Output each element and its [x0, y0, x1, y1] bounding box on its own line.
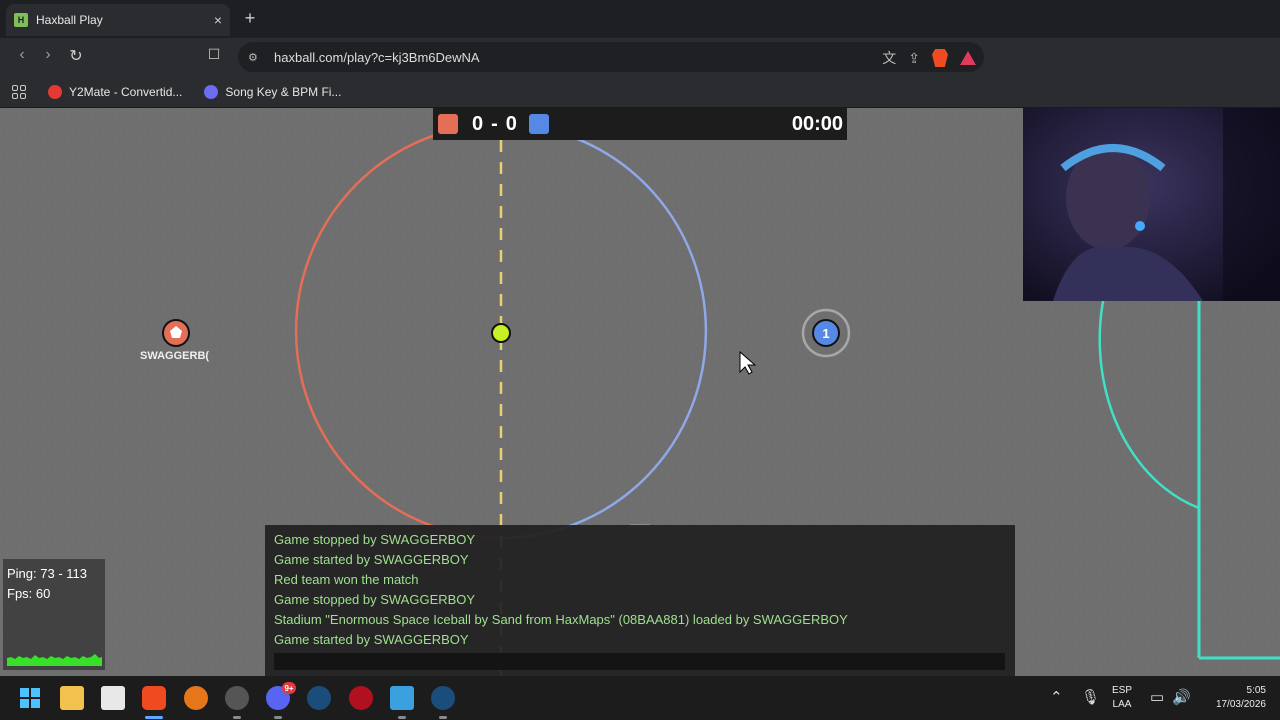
translate-icon[interactable]: 文 [882, 48, 896, 68]
share-icon[interactable]: ⇪ [908, 50, 920, 67]
forward-arrow-icon[interactable]: › [38, 46, 58, 64]
songkey-icon [204, 84, 219, 99]
chat-panel: Game stopped by SWAGGERBOY Game started … [265, 525, 1015, 676]
screen: H Haxball Play × + ‹ › ↻ ☐ ⚙ haxball.com… [0, 0, 1280, 720]
game-canvas[interactable]: 1 SWAGGERB( 0 - 0 00:00 Game stopped by … [0, 108, 1280, 676]
steam-icon[interactable] [307, 686, 331, 710]
browser-toolbar: ‹ › ↻ ☐ ⚙ haxball.com/play?c=kj3Bm6DewNA… [0, 38, 1280, 76]
running-indicator [398, 716, 406, 719]
obs-icon[interactable] [225, 686, 249, 710]
red-score: 0 [472, 112, 484, 135]
active-app-indicator [145, 716, 163, 719]
taskbar: 9+ ⌃ 🎙 ESP LAA ▭ 🔊 5:05 17/03/2026 [0, 676, 1280, 720]
fl-studio-icon[interactable] [184, 686, 208, 710]
chat-message: Game stopped by SWAGGERBOY [274, 532, 476, 547]
language-code: ESP [1112, 685, 1133, 696]
bookmark-y2mate[interactable]: Y2Mate - Convertid... [48, 84, 183, 99]
new-tab-button[interactable]: + [240, 8, 260, 29]
keyboard-layout: LAA [1112, 699, 1132, 710]
running-indicator [439, 716, 447, 719]
url-text: haxball.com/play?c=kj3Bm6DewNA [274, 49, 480, 65]
file-explorer-icon[interactable] [60, 686, 84, 710]
apps-grid-icon[interactable] [12, 84, 26, 99]
brave-rewards-icon[interactable] [960, 51, 976, 65]
windows-start-icon[interactable] [18, 686, 42, 710]
back-arrow-icon[interactable]: ‹ [12, 46, 32, 64]
fps-graph [7, 654, 102, 666]
network-icon[interactable]: ▭ [1150, 688, 1164, 706]
blue-team-square [528, 114, 549, 134]
discord-badge: 9+ [282, 682, 296, 694]
blue-score: 0 [505, 112, 517, 135]
address-bar[interactable]: ⚙ haxball.com/play?c=kj3Bm6DewNA 文 ⇪ [238, 42, 984, 72]
chat-input[interactable] [274, 653, 1005, 670]
haxball-favicon-icon: H [14, 13, 28, 27]
red-player-name: SWAGGERB( [140, 350, 210, 362]
clock[interactable]: 5:05 17/03/2026 [1200, 684, 1266, 712]
blue-player-avatar: 1 [822, 326, 829, 341]
input-language[interactable]: ESP LAA [1112, 684, 1132, 712]
match-timer: 00:00 [791, 112, 843, 135]
site-settings-icon[interactable]: ⚙ [248, 51, 262, 64]
chat-message: Game started by SWAGGERBOY [274, 552, 469, 567]
y2mate-icon [48, 84, 62, 99]
bookmarks-bar: Y2Mate - Convertid... Song Key & BPM Fi.… [0, 76, 1280, 108]
ball [491, 323, 511, 343]
volume-icon[interactable]: 🔊 [1172, 688, 1191, 706]
reload-icon[interactable]: ↻ [66, 46, 86, 66]
clock-time: 5:05 [1246, 685, 1266, 696]
fps-readout: Fps: 60 [7, 586, 51, 601]
red-team-square [438, 114, 458, 134]
store-icon[interactable] [101, 686, 125, 710]
clock-date: 17/03/2026 [1215, 699, 1266, 710]
running-indicator [274, 716, 282, 719]
chat-message: Game stopped by SWAGGERBOY [274, 592, 476, 607]
brave-browser-icon[interactable] [142, 686, 166, 710]
game-launcher-icon[interactable] [349, 686, 373, 710]
running-indicator [233, 716, 241, 719]
bookmark-icon[interactable]: ☐ [204, 46, 224, 63]
bookmark-label: Y2Mate - Convertid... [69, 84, 183, 99]
chevron-up-icon[interactable]: ⌃ [1050, 688, 1063, 706]
chat-message: Stadium "Enormous Space Iceball by Sand … [274, 612, 848, 627]
webcam-image [1023, 108, 1280, 301]
bookmark-label: Song Key & BPM Fi... [225, 84, 342, 99]
chat-message: Red team won the match [274, 572, 419, 587]
chat-message: Game started by SWAGGERBOY [274, 632, 469, 647]
microphone-icon[interactable]: 🎙 [1081, 688, 1100, 706]
score-separator: - [491, 112, 498, 135]
bookmark-songkey[interactable]: Song Key & BPM Fi... [204, 84, 342, 99]
tab-strip: H Haxball Play × + [0, 0, 1280, 38]
photos-icon[interactable] [390, 686, 414, 710]
scoreboard: 0 - 0 00:00 [433, 108, 847, 140]
net-stats-panel: Ping: 73 - 113 Fps: 60 [3, 559, 105, 670]
brave-shields-icon[interactable] [932, 49, 948, 67]
steam-icon-2[interactable] [431, 686, 455, 710]
tab-close-icon[interactable]: × [214, 12, 222, 28]
browser-tab[interactable]: H Haxball Play × [6, 4, 230, 36]
tab-title: Haxball Play [36, 13, 103, 27]
ping-readout: Ping: 73 - 113 [7, 566, 87, 581]
webcam-overlay [1023, 108, 1280, 301]
